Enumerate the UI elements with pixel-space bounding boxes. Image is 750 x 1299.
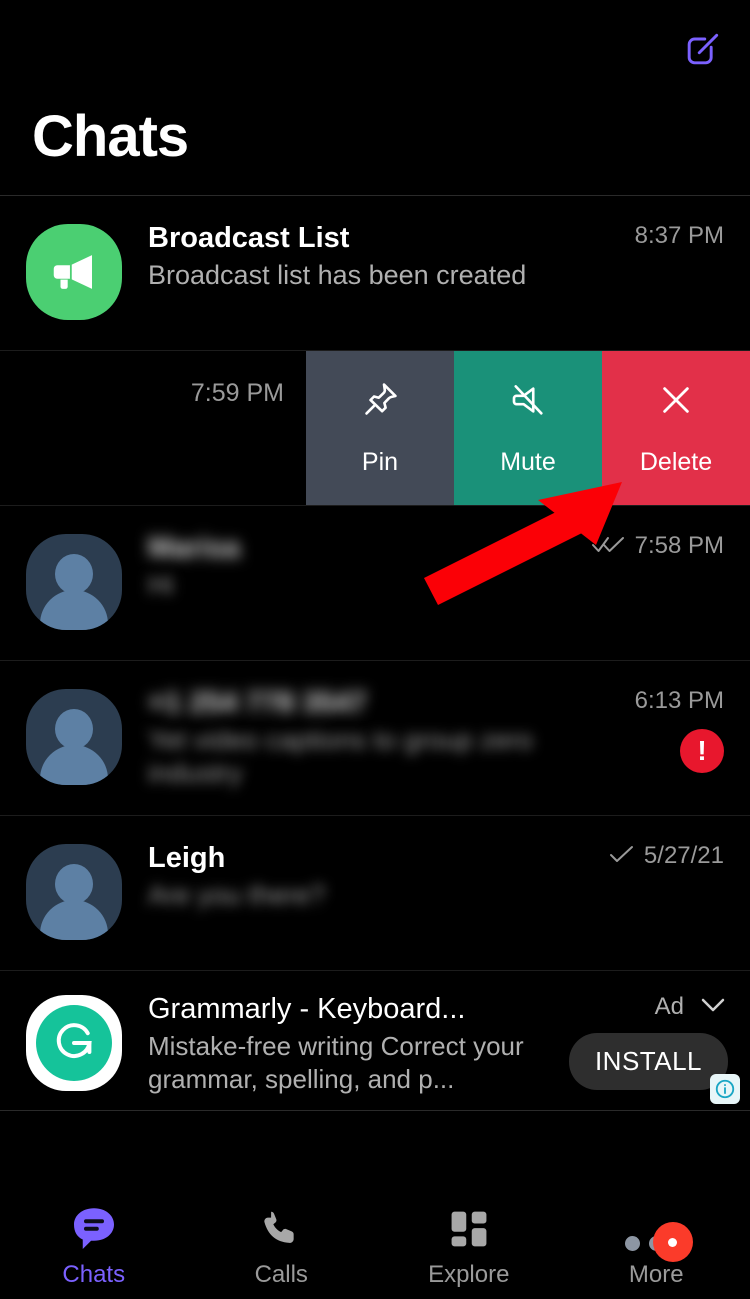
ad-title: Grammarly - Keyboard... [148, 993, 466, 1025]
pin-icon [359, 379, 401, 426]
chat-row-meta: 7:58 PM [591, 532, 750, 560]
chat-subtitle: Hi [148, 570, 174, 601]
list-empty-space [0, 1111, 750, 1199]
page-title: Chats [32, 104, 189, 169]
chat-title: Marisa [148, 532, 240, 564]
chat-row-content: +1 254 778 3547 Yet video captions to gr… [148, 687, 598, 790]
grammarly-logo-icon [26, 995, 122, 1091]
ad-row[interactable]: Grammarly - Keyboard... Mistake-free wri… [0, 971, 750, 1111]
ad-description: Mistake-free writing Correct your gramma… [148, 1031, 524, 1094]
chat-row-meta: 5/27/21 [598, 842, 750, 870]
avatar [0, 687, 148, 785]
chat-title: Leigh [148, 842, 226, 874]
install-button[interactable]: INSTALL [568, 1033, 728, 1090]
person-avatar-icon [26, 844, 122, 940]
app-header: Chats [0, 0, 750, 195]
chat-subtitle: Broadcast list has been created [148, 260, 527, 291]
grid-icon [447, 1205, 491, 1251]
chat-row-1[interactable]: Marisa Hi 7:58 PM [0, 506, 750, 661]
chat-timestamp: 7:58 PM [634, 532, 724, 559]
pin-action-label: Pin [361, 448, 399, 476]
avatar [0, 532, 148, 630]
tab-label: Calls [254, 1261, 308, 1288]
avatar [0, 222, 148, 320]
double-check-icon [591, 533, 625, 560]
status-badge[interactable]: ! [680, 729, 724, 773]
chat-title: Broadcast List [148, 222, 350, 254]
chat-timestamp: 8:37 PM [634, 222, 724, 249]
chat-bubble-icon [69, 1205, 119, 1251]
chat-meta-top: 5/27/21 [608, 842, 724, 870]
avatar [0, 842, 148, 940]
delete-action-label: Delete [639, 448, 713, 476]
chat-row-broadcast-list[interactable]: Broadcast List Broadcast list has been c… [0, 196, 750, 351]
delete-action-button[interactable]: Delete [602, 351, 750, 505]
chat-row-2[interactable]: +1 254 778 3547 Yet video captions to gr… [0, 661, 750, 816]
tab-more[interactable]: More [563, 1195, 750, 1299]
tab-label: Chats [62, 1261, 126, 1288]
app-root: Chats Broadcast List Broadcast list has … [0, 0, 750, 1299]
chat-row-meta: 8:37 PM [598, 222, 750, 250]
person-avatar-icon [26, 534, 122, 630]
chat-meta-top: 6:13 PM [635, 687, 724, 715]
chat-timestamp: 6:13 PM [634, 687, 724, 714]
speaker-mute-icon [507, 379, 549, 426]
chat-row-content: Leigh Are you there? [148, 842, 598, 912]
chat-row-leigh[interactable]: Leigh Are you there? 5/27/21 [0, 816, 750, 971]
compose-pencil-icon[interactable] [676, 24, 728, 76]
chat-timestamp: 7:59 PM [190, 379, 284, 407]
chat-meta-top: 7:58 PM [591, 532, 724, 560]
ellipsis-icon [624, 1205, 693, 1262]
chevron-down-icon[interactable] [698, 995, 728, 1020]
notification-badge [652, 1222, 693, 1262]
megaphone-icon [26, 224, 122, 320]
chat-row-swiped: 7:59 PM Pin Mute Delete [0, 351, 750, 506]
tab-calls[interactable]: Calls [188, 1195, 376, 1299]
chat-title: +1 254 778 3547 [148, 687, 367, 719]
chat-subtitle: Yet video captions to group zero industr… [148, 725, 533, 789]
bottom-tab-bar: Chats Calls Explore More [0, 1195, 750, 1299]
chat-row-content: Marisa Hi [148, 532, 598, 602]
ad-content: Grammarly - Keyboard... Mistake-free wri… [148, 993, 550, 1095]
swiped-row-remainder[interactable]: 7:59 PM [0, 351, 306, 505]
phone-icon [259, 1205, 303, 1251]
tab-label: More [628, 1261, 684, 1288]
tab-explore[interactable]: Explore [375, 1195, 563, 1299]
pin-action-button[interactable]: Pin [306, 351, 454, 505]
chat-row-content: Broadcast List Broadcast list has been c… [148, 222, 598, 292]
chat-meta-top: 8:37 PM [635, 222, 724, 250]
single-check-icon [608, 843, 634, 870]
person-avatar-icon [26, 689, 122, 785]
chat-row-meta: 6:13 PM ! [598, 687, 750, 773]
chat-subtitle: Are you there? [148, 880, 326, 911]
mute-action-label: Mute [500, 448, 556, 476]
mute-action-button[interactable]: Mute [454, 351, 602, 505]
ad-info-icon[interactable] [710, 1074, 740, 1104]
tab-chats[interactable]: Chats [0, 1195, 188, 1299]
ad-logo [0, 993, 148, 1091]
ad-label: Ad [654, 993, 684, 1020]
tab-label: Explore [428, 1261, 510, 1288]
close-x-icon [655, 379, 697, 426]
ad-label-group: Ad [655, 993, 728, 1021]
chat-timestamp: 5/27/21 [643, 842, 724, 869]
